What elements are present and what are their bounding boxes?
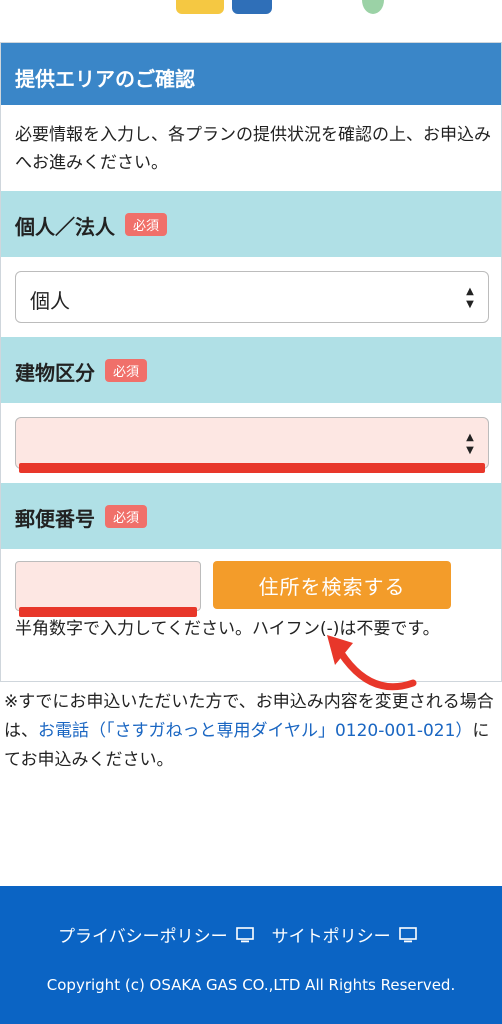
section-label: 個人／法人: [15, 215, 115, 239]
section-entity-type: 個人／法人 必須: [1, 191, 501, 257]
required-badge: 必須: [105, 359, 148, 382]
section-label: 建物区分: [15, 361, 95, 385]
entity-type-value: 個人: [30, 289, 70, 313]
banner-illustration: [362, 0, 384, 14]
privacy-policy-label: プライバシーポリシー: [58, 927, 228, 947]
required-badge: 必須: [105, 505, 148, 528]
footer: プライバシーポリシー サイトポリシー Copyright (c) OSAKA G…: [0, 886, 502, 1024]
select-arrows-icon: ▲ ▼: [466, 432, 474, 456]
section-label: 郵便番号: [15, 507, 95, 531]
copyright-text: Copyright (c) OSAKA GAS CO.,LTD All Righ…: [46, 976, 456, 994]
notice-text: ※すでにお申込いただいた方で、お申込み内容を変更される場合は、お電話（「さすガね…: [4, 688, 498, 775]
external-window-icon: [235, 926, 254, 942]
highlight-underline: [19, 607, 197, 617]
footer-links: プライバシーポリシー サイトポリシー: [58, 922, 417, 947]
section-building-type: 建物区分 必須: [1, 337, 501, 403]
banner-illustration: [232, 0, 272, 14]
entity-type-select[interactable]: 個人 ▲ ▼: [15, 271, 489, 323]
area-check-card: 提供エリアのご確認 必要情報を入力し、各プランの提供状況を確認の上、お申込みへお…: [0, 42, 502, 691]
building-type-select[interactable]: ▲ ▼: [15, 417, 489, 469]
select-arrows-icon: ▲ ▼: [466, 286, 474, 310]
top-banner-strip: [0, 0, 502, 40]
address-search-button[interactable]: 住所を検索する: [213, 561, 451, 609]
required-badge: 必須: [125, 213, 168, 236]
highlight-underline: [19, 463, 485, 473]
card-title: 提供エリアのご確認: [1, 43, 501, 105]
site-policy-link[interactable]: サイトポリシー: [272, 922, 417, 947]
site-policy-label: サイトポリシー: [271, 927, 391, 947]
phone-link[interactable]: お電話（「さすガねっと専用ダイヤル」0120-001-021）: [38, 721, 472, 741]
banner-illustration: [176, 0, 224, 14]
section-postal-code: 郵便番号 必須: [1, 483, 501, 549]
external-window-icon: [398, 926, 417, 942]
postal-code-input[interactable]: [15, 561, 201, 611]
intro-text: 必要情報を入力し、各プランの提供状況を確認の上、お申込みへお進みください。: [15, 125, 491, 173]
privacy-policy-link[interactable]: プライバシーポリシー: [58, 922, 254, 947]
